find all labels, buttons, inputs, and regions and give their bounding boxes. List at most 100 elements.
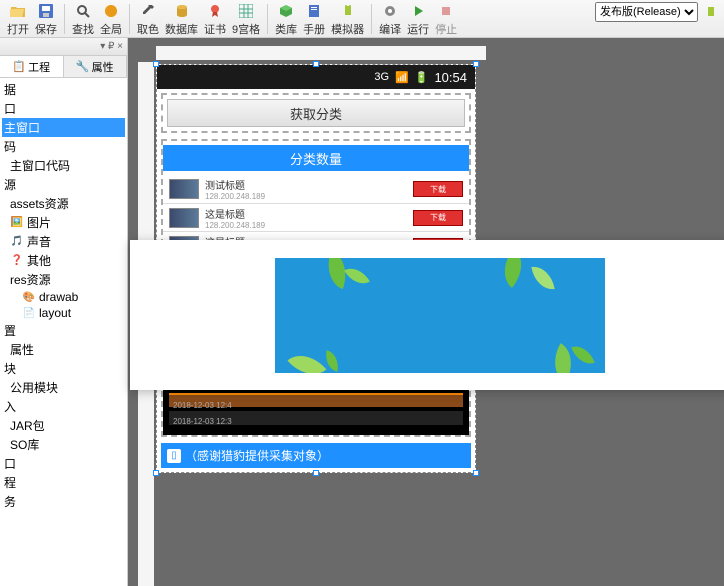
- stop-label: 停止: [435, 21, 457, 37]
- tree-item[interactable]: 务: [2, 492, 125, 511]
- emulator-button[interactable]: 模拟器: [331, 2, 364, 37]
- find-label: 查找: [72, 21, 94, 37]
- tree-item-label: 图片: [27, 214, 51, 231]
- android-small-icon[interactable]: [702, 3, 720, 21]
- tree-item-label: 其他: [27, 252, 51, 269]
- save-button[interactable]: 保存: [35, 2, 57, 37]
- tree-item[interactable]: assets资源: [2, 194, 125, 213]
- stop-button[interactable]: 停止: [435, 2, 457, 37]
- cert-button[interactable]: 证书: [204, 2, 226, 37]
- cert-label: 证书: [204, 21, 226, 37]
- tree-item[interactable]: 主窗口代码: [2, 156, 125, 175]
- folder-open-icon: [9, 2, 27, 20]
- selection-handle[interactable]: [153, 61, 159, 67]
- project-tree[interactable]: 据口主窗口码主窗口代码源assets资源🖼️图片🎵声音❓其他res资源🎨draw…: [0, 78, 127, 586]
- classlib-label: 类库: [275, 21, 297, 37]
- leaf-icon: [344, 262, 370, 290]
- android-icon: [339, 2, 357, 20]
- save-icon: [37, 2, 55, 20]
- tree-item[interactable]: 🎨drawab: [2, 289, 125, 305]
- db-button[interactable]: 数据库: [165, 2, 198, 37]
- tree-item-label: res资源: [10, 271, 51, 288]
- tree-item[interactable]: 📄layout: [2, 305, 125, 321]
- tree-item[interactable]: 公用模块: [2, 378, 125, 397]
- wifi-icon: 📶: [395, 71, 409, 84]
- build-mode-select[interactable]: 发布版(Release): [595, 2, 698, 22]
- list-item[interactable]: 测试标题128.200.248.189 下载: [163, 175, 469, 203]
- pickcolor-button[interactable]: 取色: [137, 2, 159, 37]
- get-category-button[interactable]: 获取分类: [167, 99, 465, 127]
- selection-handle[interactable]: [473, 470, 479, 476]
- tree-item-label: layout: [39, 306, 71, 320]
- tree-item[interactable]: ❓其他: [2, 251, 125, 270]
- tab-properties[interactable]: 🔧 属性: [64, 56, 128, 77]
- find-button[interactable]: 查找: [72, 2, 94, 37]
- tab-props-label: 属性: [92, 59, 114, 75]
- line-item[interactable]: 2018-12-03 12:3: [169, 411, 463, 425]
- emulator-label: 模拟器: [331, 21, 364, 37]
- tree-item[interactable]: 🎵声音: [2, 232, 125, 251]
- play-icon: [409, 2, 427, 20]
- global-button[interactable]: 全局: [100, 2, 122, 37]
- tree-item-label: 务: [4, 493, 16, 510]
- tree-item[interactable]: 码: [2, 137, 125, 156]
- tree-item[interactable]: 口: [2, 99, 125, 118]
- footer-bar[interactable]: ▯ （感谢猎豹提供采集对象）: [161, 443, 471, 468]
- tree-item[interactable]: 块: [2, 359, 125, 378]
- popup-overlay[interactable]: [130, 240, 724, 390]
- tree-item[interactable]: 入: [2, 397, 125, 416]
- project-icon: 📋: [12, 60, 26, 73]
- manual-button[interactable]: 手册: [303, 2, 325, 37]
- compile-label: 编译: [379, 21, 401, 37]
- classlib-button[interactable]: 类库: [275, 2, 297, 37]
- open-button[interactable]: 打开: [7, 2, 29, 37]
- snd-icon: 🎵: [10, 236, 24, 248]
- selection-handle[interactable]: [473, 61, 479, 67]
- toolbar-separator: [267, 4, 268, 34]
- tree-item-label: 主窗口代码: [10, 157, 70, 174]
- tree-item-label: 程: [4, 474, 16, 491]
- download-button[interactable]: 下载: [413, 210, 463, 226]
- tree-item[interactable]: 主窗口: [2, 118, 125, 137]
- leaf-icon: [531, 263, 554, 292]
- tree-item[interactable]: 源: [2, 175, 125, 194]
- line-item[interactable]: 2018-12-03 12:4: [169, 393, 463, 407]
- tree-item[interactable]: SO库: [2, 435, 125, 454]
- tree-item[interactable]: JAR包: [2, 416, 125, 435]
- tree-item[interactable]: 属性: [2, 340, 125, 359]
- row-text: 测试标题128.200.248.189: [205, 177, 407, 201]
- tree-item[interactable]: 置: [2, 321, 125, 340]
- tree-item[interactable]: 口: [2, 454, 125, 473]
- database-icon: [173, 2, 191, 20]
- drw-icon: 🎨: [22, 291, 36, 303]
- download-button[interactable]: 下载: [413, 181, 463, 197]
- category-count-header: 分类数量: [163, 145, 469, 171]
- selection-handle[interactable]: [153, 470, 159, 476]
- selection-handle[interactable]: [313, 470, 319, 476]
- compile-button[interactable]: 编译: [379, 2, 401, 37]
- tree-item[interactable]: res资源: [2, 270, 125, 289]
- tree-item-label: 码: [4, 138, 16, 155]
- tree-item-label: 声音: [27, 233, 51, 250]
- run-button[interactable]: 运行: [407, 2, 429, 37]
- pickcolor-label: 取色: [137, 21, 159, 37]
- tree-item-label: SO库: [10, 436, 39, 453]
- panel-header[interactable]: ▾ ₽ ×: [0, 38, 127, 56]
- stop-icon: [437, 2, 455, 20]
- tab-project[interactable]: 📋 工程: [0, 56, 64, 77]
- tree-item-label: 口: [4, 455, 16, 472]
- tree-item[interactable]: 🖼️图片: [2, 213, 125, 232]
- ninepatch-button[interactable]: 9宫格: [232, 2, 260, 37]
- eyedropper-icon: [139, 2, 157, 20]
- row-subtitle: 128.200.248.189: [205, 221, 407, 230]
- selection-handle[interactable]: [313, 61, 319, 67]
- box-icon: [277, 2, 295, 20]
- row-title: 测试标题: [205, 177, 407, 192]
- tab-project-label: 工程: [28, 59, 50, 75]
- tree-item[interactable]: 据: [2, 80, 125, 99]
- tree-item[interactable]: 程: [2, 473, 125, 492]
- list-item[interactable]: 这是标题128.200.248.189下载: [163, 203, 469, 231]
- signal-icon: 3G: [374, 71, 389, 83]
- toolbar-separator: [129, 4, 130, 34]
- open-label: 打开: [7, 21, 29, 37]
